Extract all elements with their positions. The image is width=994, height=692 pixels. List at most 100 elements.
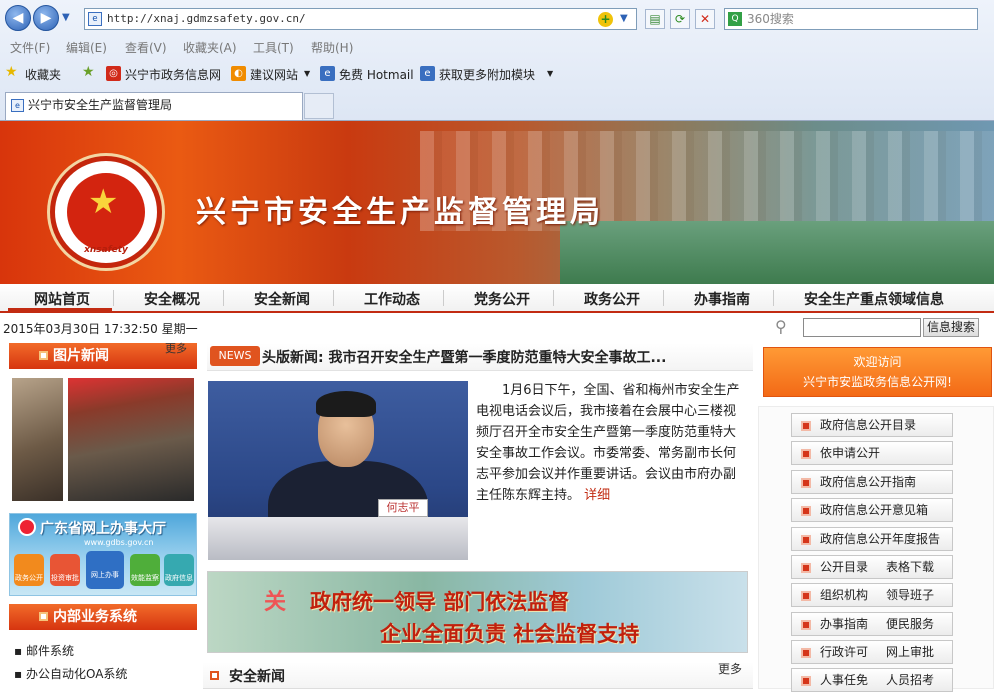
info-disclosure-catalog-button[interactable]: 政府信息公开目录 xyxy=(791,413,953,437)
nav-gov-affairs[interactable]: 政务公开 xyxy=(584,289,640,309)
nav-key-areas[interactable]: 安全生产重点领域信息 xyxy=(804,289,944,309)
history-dropdown-icon[interactable]: ▼ xyxy=(62,12,70,23)
tab-title: 兴宁市安全生产监督管理局 xyxy=(28,98,173,112)
gd-icon-public: 政务公开 xyxy=(14,554,44,586)
photo-news-more-link[interactable]: 更多 xyxy=(165,336,187,362)
button-label: 组织机构 xyxy=(820,588,869,602)
button-label-2[interactable]: 便民服务 xyxy=(886,613,934,635)
site-search-input[interactable] xyxy=(803,318,921,337)
link-oa-system[interactable]: ▪ 办公自动化OA系统 xyxy=(14,665,127,682)
organization-leaders-button[interactable]: 组织机构 领导班子 xyxy=(791,583,953,607)
welcome-box[interactable]: 欢迎访问 兴宁市安监政务信息公开网! xyxy=(763,347,992,397)
stop-icon[interactable]: ✕ xyxy=(695,9,715,29)
menu-help[interactable]: 帮助(H) xyxy=(311,39,353,56)
bullet-icon xyxy=(39,612,48,621)
slogan-line-2: 企业全面负责 社会监督支持 xyxy=(380,621,640,646)
gd-online-hall-banner[interactable]: 广东省网上办事大厅 www.gdbs.gov.cn 政务公开 投资审批 网上办事… xyxy=(9,513,197,596)
headline-photo[interactable]: 何志平 xyxy=(208,381,468,560)
gd-logo-icon xyxy=(18,518,36,536)
photo-news-title: 图片新闻 xyxy=(53,348,109,364)
fav-link-suggested[interactable]: 建议网站 xyxy=(250,66,298,83)
headline-link[interactable]: 头版新闻: 我市召开安全生产暨第一季度防范重特大安全事故工... xyxy=(262,347,666,367)
safety-news-header: 安全新闻 更多 xyxy=(203,662,753,689)
disclosure-mailbox-button[interactable]: 政府信息公开意见箱 xyxy=(791,498,953,522)
back-button[interactable]: ◀ xyxy=(5,5,31,31)
bullet-icon xyxy=(801,620,811,630)
safety-news-more-link[interactable]: 更多 xyxy=(718,660,742,677)
addons-icon: e xyxy=(420,66,435,81)
photo-news-image-2[interactable] xyxy=(68,378,194,501)
address-bar-row: ◀ ▶ ▼ e http://xnaj.gdmzsafety.gov.cn/ +… xyxy=(0,5,994,33)
forward-button[interactable]: ▶ xyxy=(33,5,59,31)
nav-overview[interactable]: 安全概况 xyxy=(144,289,200,309)
fav-link-gov[interactable]: 兴宁市政务信息网 xyxy=(125,66,221,83)
favorites-button[interactable]: 收藏夹 xyxy=(25,66,61,83)
refresh-icon[interactable]: ⟳ xyxy=(670,9,690,29)
hotmail-icon: e xyxy=(320,66,335,81)
nav-home[interactable]: 网站首页 xyxy=(34,289,90,309)
nav-work-updates[interactable]: 工作动态 xyxy=(364,289,420,309)
page-icon: e xyxy=(88,12,102,26)
menu-file[interactable]: 文件(F) xyxy=(10,39,50,56)
bullet-icon xyxy=(801,648,811,658)
gd-title: 广东省网上办事大厅 xyxy=(40,521,166,537)
menu-favorites[interactable]: 收藏夹(A) xyxy=(183,39,237,56)
nameplate: 何志平 xyxy=(378,499,428,517)
menu-view[interactable]: 查看(V) xyxy=(125,39,167,56)
slogan-banner: 关 政府统一领导 部门依法监督 企业全面负责 社会监督支持 xyxy=(207,571,748,653)
personnel-recruit-button[interactable]: 人事任免 人员招考 xyxy=(791,668,953,692)
button-label: 公开目录 xyxy=(820,560,869,574)
compat-icon[interactable]: + xyxy=(598,12,613,27)
button-label-2[interactable]: 人员招考 xyxy=(886,669,934,691)
link-mail-system[interactable]: ▪ 邮件系统 xyxy=(14,642,74,659)
bullet-icon xyxy=(801,506,811,516)
nav-safety-news[interactable]: 安全新闻 xyxy=(254,289,310,309)
apply-disclosure-button[interactable]: 依申请公开 xyxy=(791,441,953,465)
nav-party-affairs[interactable]: 党务公开 xyxy=(474,289,530,309)
address-dropdown-icon[interactable]: ▼ xyxy=(620,13,628,24)
headline-bar: NEWS 头版新闻: 我市召开安全生产暨第一季度防范重特大安全事故工... xyxy=(207,343,753,371)
catalog-forms-button[interactable]: 公开目录 表格下载 xyxy=(791,555,953,579)
slogan-line-1: 政府统一领导 部门依法监督 xyxy=(310,589,570,614)
disclosure-annual-report-button[interactable]: 政府信息公开年度报告 xyxy=(791,527,953,551)
addons-dropdown-icon[interactable]: ▼ xyxy=(547,69,553,78)
bullet-icon xyxy=(801,591,811,601)
button-label-2[interactable]: 领导班子 xyxy=(886,584,934,606)
headline-detail-link[interactable]: 详细 xyxy=(584,488,610,503)
disclosure-guide-button[interactable]: 政府信息公开指南 xyxy=(791,470,953,494)
current-datetime: 2015年03月30日 17:32:50 星期一 xyxy=(3,322,198,336)
search-input[interactable]: Q 360搜索 xyxy=(724,8,978,30)
tab-active[interactable]: e 兴宁市安全生产监督管理局 xyxy=(5,92,303,120)
favorites-bar: ★ 收藏夹 ★ ◎ 兴宁市政务信息网 ◐ 建议网站 ▼ e 免费 Hotmail… xyxy=(0,62,994,86)
address-input[interactable]: e http://xnaj.gdmzsafety.gov.cn/ xyxy=(84,8,637,30)
button-label: 依申请公开 xyxy=(820,446,881,460)
button-label-2[interactable]: 网上审批 xyxy=(886,641,934,663)
guide-services-button[interactable]: 办事指南 便民服务 xyxy=(791,612,953,636)
menu-tools[interactable]: 工具(T) xyxy=(253,39,294,56)
tab-bar: e 兴宁市安全生产监督管理局 xyxy=(0,90,994,121)
tab-page-icon: e xyxy=(11,99,24,112)
rss-icon[interactable]: ▤ xyxy=(645,9,665,29)
menu-edit[interactable]: 编辑(E) xyxy=(66,39,107,56)
photo-news-header: 图片新闻 更多 xyxy=(9,342,197,369)
button-label: 政府信息公开年度报告 xyxy=(820,532,941,546)
welcome-line-1: 欢迎访问 xyxy=(853,355,902,369)
add-favorite-icon[interactable]: ★ xyxy=(82,64,95,80)
fav-link-hotmail[interactable]: 免费 Hotmail xyxy=(339,66,414,83)
desk xyxy=(208,517,468,560)
gd-url: www.gdbs.gov.cn xyxy=(84,538,154,547)
gov-icon: ◎ xyxy=(106,66,121,81)
emblem-star-icon: ★ xyxy=(88,182,119,222)
nav-guide[interactable]: 办事指南 xyxy=(694,289,750,309)
menu-bar: 文件(F) 编辑(E) 查看(V) 收藏夹(A) 工具(T) 帮助(H) xyxy=(0,37,994,57)
new-tab-button[interactable] xyxy=(304,93,334,119)
site-search-button[interactable]: 信息搜索 xyxy=(923,318,979,337)
button-label-2[interactable]: 表格下载 xyxy=(886,556,934,578)
permit-approval-button[interactable]: 行政许可 网上审批 xyxy=(791,640,953,664)
gd-icon-supervise: 效能监察 xyxy=(130,554,160,586)
photo-news-image-1[interactable] xyxy=(12,378,63,501)
fav-link-addons[interactable]: 获取更多附加模块 xyxy=(439,66,535,83)
suggested-dropdown-icon[interactable]: ▼ xyxy=(304,69,310,78)
search-engine-icon: Q xyxy=(728,12,742,26)
news-badge: NEWS xyxy=(210,346,260,366)
